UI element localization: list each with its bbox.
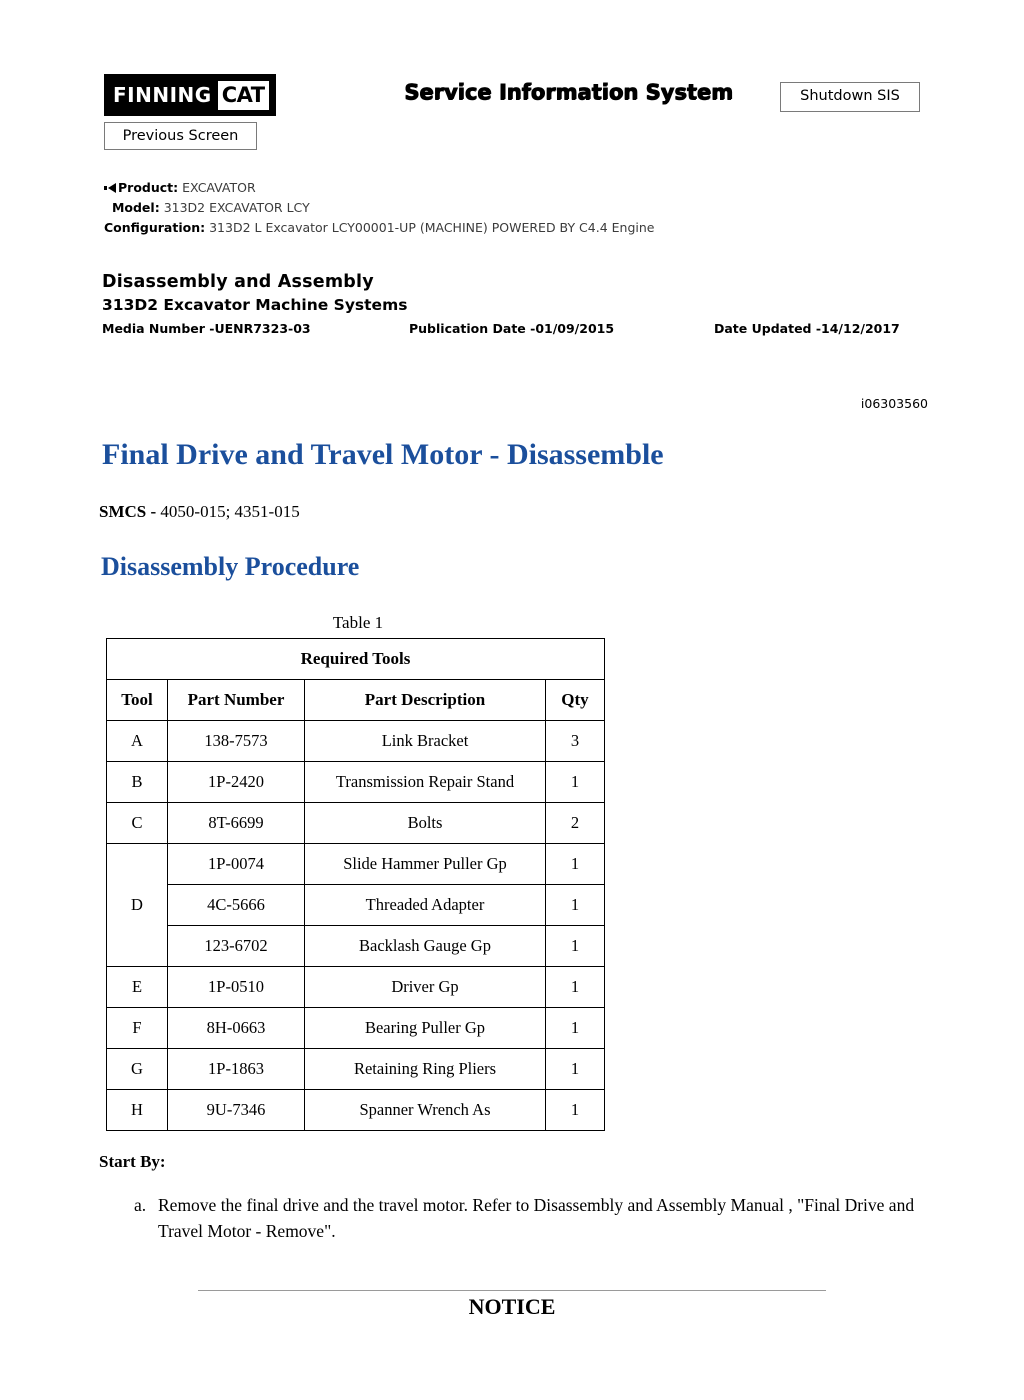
notice-divider <box>198 1290 826 1291</box>
cell-part-number: 9U-7346 <box>167 1089 305 1131</box>
publication-date: Publication Date -01/09/2015 <box>409 321 615 336</box>
table-row: C 8T-6699 Bolts 2 <box>106 802 605 844</box>
cell-part-description: Backlash Gauge Gp <box>304 925 546 967</box>
page-title: Service Information System <box>404 80 733 104</box>
document-id: i06303560 <box>860 396 928 411</box>
required-tools-table: Required Tools Tool Part Number Part Des… <box>106 638 605 1131</box>
cell-part-number: 8T-6699 <box>167 802 305 844</box>
cell-part-description: Driver Gp <box>304 966 546 1008</box>
cell-qty: 1 <box>545 843 605 885</box>
manual-type-heading: Disassembly and Assembly <box>102 272 374 292</box>
table-title-row: Required Tools <box>106 638 605 680</box>
meta-product-label: Product: <box>118 180 179 195</box>
cell-tool: E <box>106 966 168 1008</box>
cell-tool: G <box>106 1048 168 1090</box>
meta-configuration-value: 313D2 L Excavator LCY00001-UP (MACHINE) … <box>209 220 655 235</box>
cell-tool: A <box>106 720 168 762</box>
cell-part-description: Link Bracket <box>304 720 546 762</box>
cell-part-description: Spanner Wrench As <box>304 1089 546 1131</box>
cell-part-description: Bolts <box>304 802 546 844</box>
document-page: FINNING CAT Service Information System S… <box>0 0 1024 1400</box>
cell-tool: D <box>106 843 168 967</box>
meta-product-value: EXCAVATOR <box>182 180 256 195</box>
meta-product-row: Product: EXCAVATOR <box>104 178 944 198</box>
document-meta-line: Media Number -UENR7323-03 Publication Da… <box>102 321 952 339</box>
table-row: D 1P-0074 Slide Hammer Puller Gp 1 <box>106 843 605 967</box>
cell-part-number: 1P-0074 <box>167 843 305 885</box>
cell-part-number: 1P-0510 <box>167 966 305 1008</box>
document-heading-block: Disassembly and Assembly 313D2 Excavator… <box>102 272 952 339</box>
column-header-tool: Tool <box>106 679 168 721</box>
shutdown-sis-button[interactable]: Shutdown SIS <box>780 82 920 112</box>
cell-qty: 1 <box>545 1007 605 1049</box>
cell-tool: B <box>106 761 168 803</box>
media-number: Media Number -UENR7323-03 <box>102 321 311 336</box>
section-title: Disassembly Procedure <box>101 552 360 581</box>
table-row: 123-6702 Backlash Gauge Gp 1 <box>107 925 605 967</box>
sis-header: FINNING CAT Service Information System S… <box>0 0 1024 160</box>
cell-qty: 1 <box>545 884 605 926</box>
smcs-line: SMCS - 4050-015; 4351-015 <box>99 502 300 522</box>
meta-model-row: Model: 313D2 EXCAVATOR LCY <box>104 198 944 218</box>
logo-finning-text: FINNING <box>113 83 212 107</box>
previous-screen-button[interactable]: Previous Screen <box>104 122 257 150</box>
cell-part-description: Slide Hammer Puller Gp <box>304 843 546 885</box>
back-arrow-icon[interactable] <box>104 185 107 190</box>
meta-model-label: Model: <box>111 200 160 215</box>
finning-cat-logo: FINNING CAT <box>104 74 276 116</box>
cell-part-number: 8H-0663 <box>167 1007 305 1049</box>
cell-part-number: 1P-2420 <box>167 761 305 803</box>
table-row: G 1P-1863 Retaining Ring Pliers 1 <box>106 1048 605 1090</box>
cell-part-number: 123-6702 <box>167 925 305 967</box>
cell-part-description: Bearing Puller Gp <box>304 1007 546 1049</box>
start-by-label: Start By: <box>99 1152 166 1171</box>
meta-configuration-row: Configuration: 313D2 L Excavator LCY0000… <box>104 218 944 238</box>
manual-subject-heading: 313D2 Excavator Machine Systems <box>102 296 408 314</box>
cell-tool: F <box>106 1007 168 1049</box>
step-marker: a. <box>134 1195 147 1215</box>
cell-qty: 1 <box>545 761 605 803</box>
column-header-part-description: Part Description <box>304 679 546 721</box>
cell-qty: 1 <box>545 966 605 1008</box>
table-title: Required Tools <box>106 638 605 680</box>
cell-qty: 1 <box>545 1089 605 1131</box>
procedure-step: a. Remove the final drive and the travel… <box>134 1192 924 1244</box>
logo-cat-text: CAT <box>217 80 269 110</box>
cell-qty: 3 <box>545 720 605 762</box>
table-row: H 9U-7346 Spanner Wrench As 1 <box>106 1089 605 1131</box>
cell-part-description: Retaining Ring Pliers <box>304 1048 546 1090</box>
table-header-row: Tool Part Number Part Description Qty <box>106 679 605 721</box>
column-header-qty: Qty <box>545 679 605 721</box>
cell-qty: 2 <box>545 802 605 844</box>
table-row: F 8H-0663 Bearing Puller Gp 1 <box>106 1007 605 1049</box>
step-text: Remove the final drive and the travel mo… <box>158 1195 915 1241</box>
cell-tool: H <box>106 1089 168 1131</box>
column-header-part-number: Part Number <box>167 679 305 721</box>
table-row: E 1P-0510 Driver Gp 1 <box>106 966 605 1008</box>
cell-part-number: 1P-1863 <box>167 1048 305 1090</box>
breadcrumb: Product: EXCAVATOR Model: 313D2 EXCAVATO… <box>104 178 944 238</box>
cell-qty: 1 <box>545 1048 605 1090</box>
table-row: A 138-7573 Link Bracket 3 <box>106 720 605 762</box>
cell-part-description: Transmission Repair Stand <box>304 761 546 803</box>
back-arrow-head-icon[interactable] <box>108 182 116 193</box>
cell-part-number: 4C-5666 <box>167 884 305 926</box>
table-row: 4C-5666 Threaded Adapter 1 <box>107 884 605 926</box>
meta-configuration-label: Configuration: <box>104 220 206 235</box>
cell-part-number: 138-7573 <box>167 720 305 762</box>
article-title: Final Drive and Travel Motor - Disassemb… <box>102 438 664 471</box>
cell-tool: C <box>106 802 168 844</box>
notice-heading: NOTICE <box>468 1294 556 1319</box>
meta-model-value: 313D2 EXCAVATOR LCY <box>163 200 310 215</box>
smcs-label: SMCS - <box>99 502 157 521</box>
date-updated: Date Updated -14/12/2017 <box>714 321 900 336</box>
cell-part-description: Threaded Adapter <box>304 884 546 926</box>
table-row: B 1P-2420 Transmission Repair Stand 1 <box>106 761 605 803</box>
smcs-value: 4050-015; 4351-015 <box>160 502 300 521</box>
table-caption: Table 1 <box>332 613 384 632</box>
cell-qty: 1 <box>545 925 605 967</box>
